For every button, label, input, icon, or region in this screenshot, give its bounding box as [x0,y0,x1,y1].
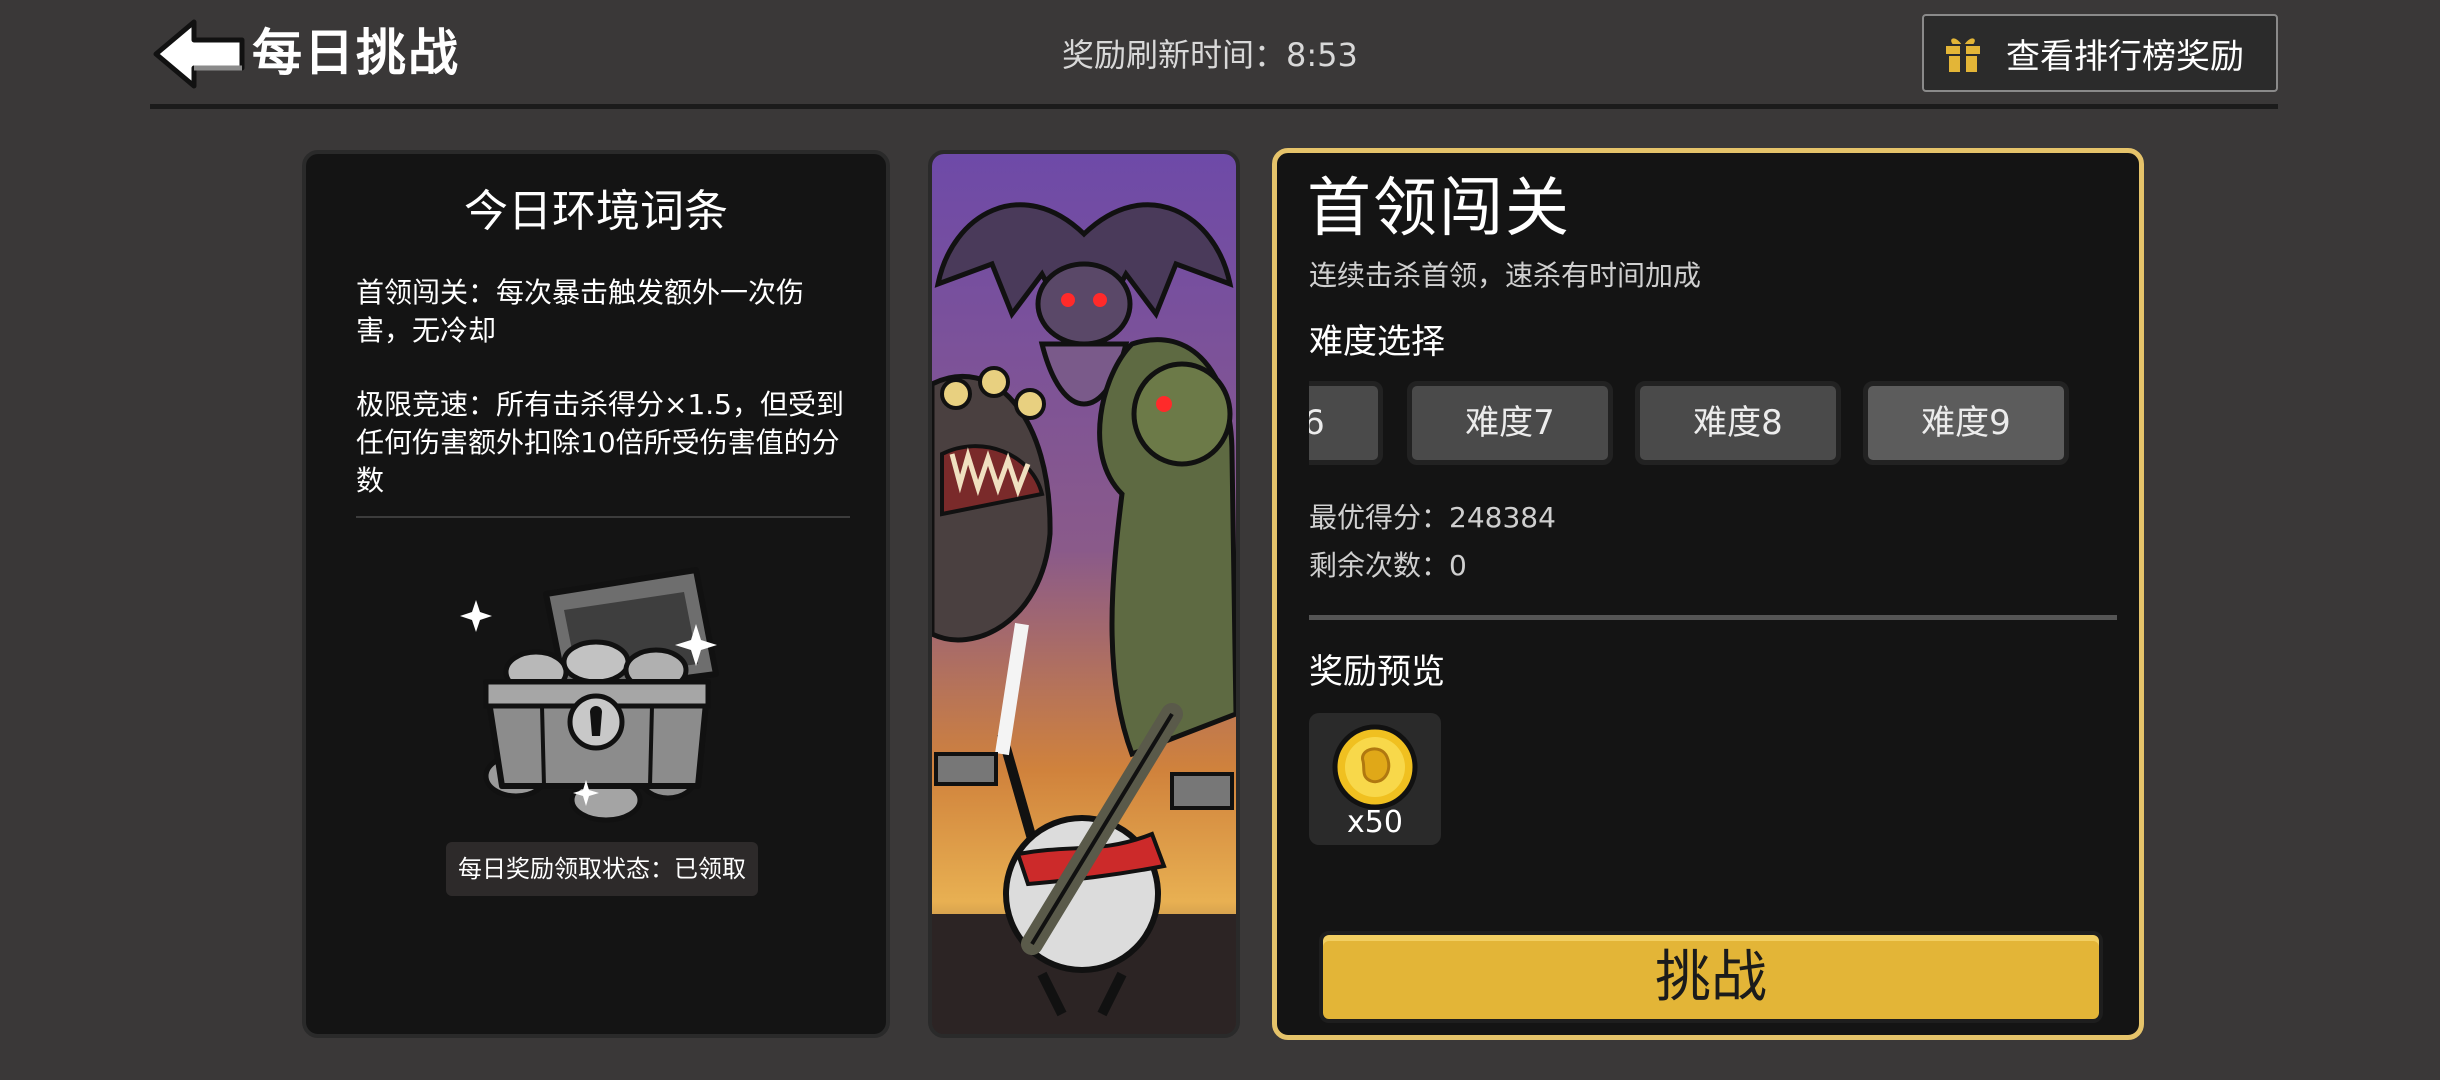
view-leaderboard-rewards-label: 查看排行榜奖励 [2006,36,2244,77]
reward-preview-header: 奖励预览 [1309,652,1445,692]
view-leaderboard-rewards-button[interactable]: 查看排行榜奖励 [1922,14,2278,92]
page-title: 每日挑战 [252,24,460,82]
daily-reward-claim-status: 每日奖励领取状态：已领取 [446,842,758,896]
back-button[interactable] [150,14,250,94]
best-score: 最优得分：248384 [1309,501,1556,534]
environment-panel: 今日环境词条 首领闯关：每次暴击触发额外一次伤害，无冷却 极限竞速：所有击杀得分… [302,150,890,1038]
gift-icon [1944,36,1982,74]
environment-divider [356,516,850,518]
remaining-attempts: 剩余次数：0 [1309,549,1467,582]
header-divider [150,104,2278,109]
top-bar: 每日挑战 奖励刷新时间：8:53 查看排行榜奖励 [0,0,2440,110]
mode-title: 首领闯关 [1307,172,1571,246]
reward-refresh-time: 奖励刷新时间：8:53 [1062,36,1358,74]
difficulty-option[interactable]: 难度7 [1407,381,1613,465]
difficulty-header: 难度选择 [1309,322,1445,362]
arrow-left-icon [153,19,245,89]
mode-description: 连续击杀首领，速杀有时间加成 [1309,259,1702,292]
difficulty-option[interactable]: 难度8 [1635,381,1841,465]
gold-coin-icon [1332,724,1418,810]
environment-modifier: 首领闯关：每次暴击触发额外一次伤害，无冷却 [356,276,805,347]
reward-quantity: x50 [1347,805,1403,840]
challenge-button[interactable]: 挑战 [1319,931,2103,1023]
environment-title: 今日环境词条 [464,186,728,237]
reward-item[interactable]: x50 [1309,713,1441,845]
difficulty-selector[interactable]: 难度6 难度7 难度8 难度9 [1309,375,2119,475]
difficulty-option[interactable]: 难度6 [1309,381,1383,465]
boss-illustration [932,154,1236,1034]
treasure-chest-icon [460,567,719,823]
difficulty-option-selected[interactable]: 难度9 [1863,381,2069,465]
section-divider [1309,615,2117,620]
boss-artwork [928,150,1240,1038]
boss-challenge-panel: 首领闯关 连续击杀首领，速杀有时间加成 难度选择 难度6 难度7 难度8 难度9… [1272,148,2144,1040]
environment-modifier: 极限竞速：所有击杀得分×1.5，但受到任何伤害额外扣除10倍所受伤害值的分数 [356,388,844,497]
